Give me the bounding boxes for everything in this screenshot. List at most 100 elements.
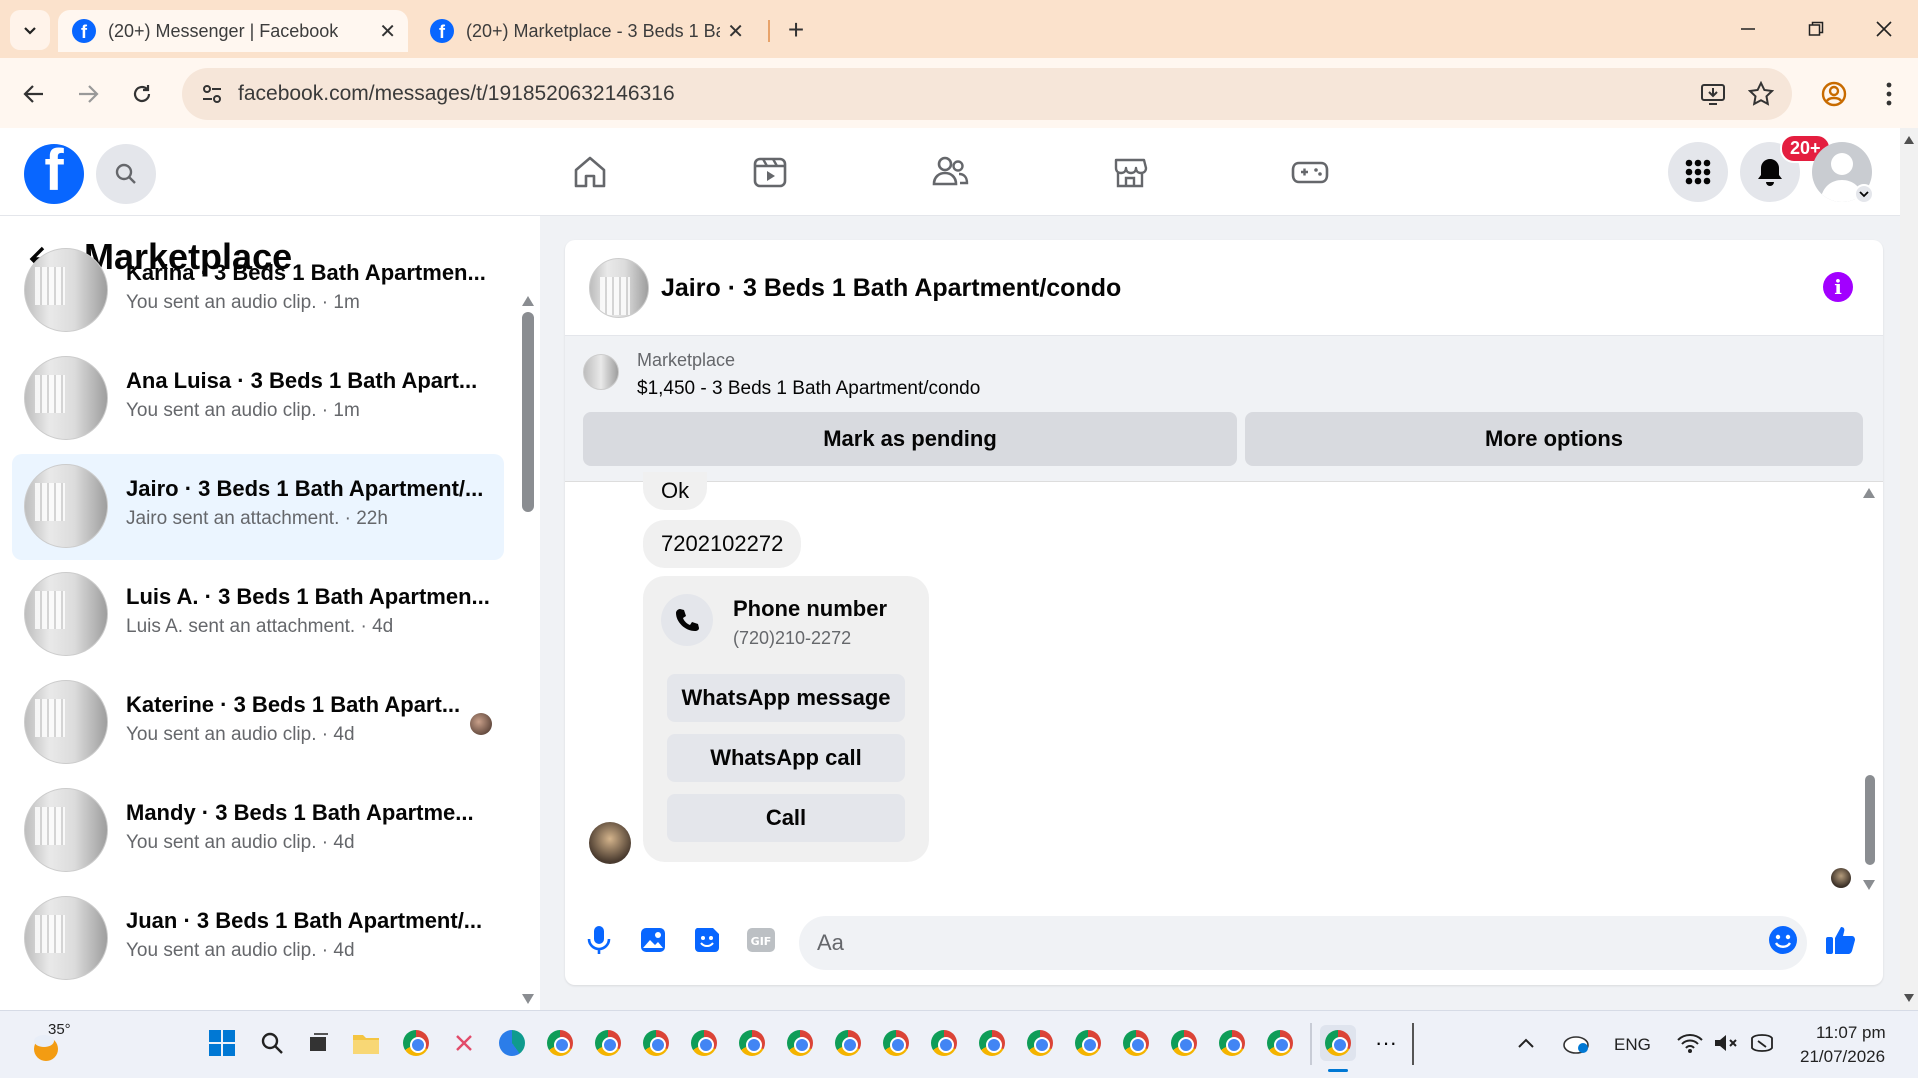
sidebar-scroll-down-icon[interactable] <box>522 994 534 1004</box>
task-view-button[interactable] <box>300 1025 336 1061</box>
volume-muted-icon[interactable] <box>1708 1025 1744 1061</box>
listing-title[interactable]: $1,450 - 3 Beds 1 Bath Apartment/condo <box>637 378 980 400</box>
conversation-item[interactable]: Katerine · 3 Beds 1 Bath Apart... You se… <box>12 670 504 776</box>
sticker-icon[interactable] <box>689 922 725 958</box>
page-scrollbar[interactable] <box>1900 128 1918 1010</box>
chrome-profile-button[interactable] <box>878 1025 914 1061</box>
search-button[interactable] <box>96 144 156 204</box>
chat-scroll-down-icon[interactable] <box>1863 880 1875 890</box>
file-explorer-button[interactable] <box>348 1025 384 1061</box>
chrome-profile-button[interactable] <box>1214 1025 1250 1061</box>
gif-icon[interactable]: GIF <box>743 922 779 958</box>
menu-grid-button[interactable] <box>1668 142 1728 202</box>
call-button[interactable]: Call <box>667 794 905 842</box>
clock-time[interactable]: 11:07 pm <box>1816 1023 1886 1043</box>
language-indicator[interactable]: ENG <box>1614 1035 1651 1055</box>
chrome-profile-button[interactable] <box>1262 1025 1298 1061</box>
like-thumbs-up-icon[interactable] <box>1823 922 1859 958</box>
close-tab-icon[interactable]: ✕ <box>379 19 396 44</box>
chrome-profile-button[interactable] <box>974 1025 1010 1061</box>
conversation-item[interactable]: Ana Luisa · 3 Beds 1 Bath Apart... You s… <box>12 346 504 452</box>
minimize-button[interactable] <box>1720 8 1776 50</box>
site-settings-icon[interactable] <box>200 82 224 106</box>
chrome-profile-button[interactable] <box>638 1025 674 1061</box>
close-tab-icon[interactable]: ✕ <box>727 19 744 44</box>
nav-home[interactable] <box>568 150 612 194</box>
windows-logo-icon <box>209 1030 235 1056</box>
more-apps-button[interactable]: ··· <box>1368 1025 1404 1061</box>
chrome-profile-button[interactable] <box>782 1025 818 1061</box>
facebook-logo[interactable]: f <box>24 144 84 204</box>
snipping-tool-button[interactable] <box>446 1025 482 1061</box>
message-input[interactable] <box>799 916 1807 970</box>
start-button[interactable] <box>204 1025 240 1061</box>
chrome-profile-button[interactable] <box>1070 1025 1106 1061</box>
tab-marketplace[interactable]: f (20+) Marketplace - 3 Beds 1 Ba ✕ <box>416 10 756 52</box>
sidebar-scroll-up-icon[interactable] <box>522 296 534 306</box>
conversation-item[interactable]: Mandy · 3 Beds 1 Bath Apartme... You sen… <box>12 778 504 884</box>
scroll-down-arrow-icon[interactable] <box>1904 994 1914 1002</box>
show-hidden-icons-button[interactable] <box>1508 1025 1544 1061</box>
nav-friends[interactable] <box>928 150 972 194</box>
chrome-profile-button[interactable] <box>686 1025 722 1061</box>
conversation-item[interactable]: Juan · 3 Beds 1 Bath Apartment/... You s… <box>12 886 504 992</box>
wifi-icon[interactable] <box>1672 1025 1708 1061</box>
conversation-item[interactable]: Karina · 3 Beds 1 Bath Apartmen... You s… <box>12 238 504 344</box>
more-options-button[interactable]: More options <box>1245 412 1863 466</box>
install-app-icon[interactable] <box>1700 81 1726 107</box>
tab-search-button[interactable] <box>10 10 50 50</box>
chat-scroll-up-icon[interactable] <box>1863 488 1875 498</box>
scroll-up-arrow-icon[interactable] <box>1904 136 1914 144</box>
message-bubble[interactable]: Ok <box>643 472 708 510</box>
profile-icon[interactable] <box>1820 80 1848 108</box>
conversation-item-selected[interactable]: Jairo · 3 Beds 1 Bath Apartment/... Jair… <box>12 454 504 560</box>
chat-avatar[interactable] <box>589 258 649 318</box>
chat-scrollbar-thumb[interactable] <box>1865 775 1875 865</box>
chrome-icon <box>739 1030 765 1056</box>
chrome-profile-button[interactable] <box>734 1025 770 1061</box>
chrome-profile-button[interactable] <box>1022 1025 1058 1061</box>
address-bar[interactable]: facebook.com/messages/t/1918520632146316 <box>182 68 1792 120</box>
whatsapp-call-button[interactable]: WhatsApp call <box>667 734 905 782</box>
chat-title[interactable]: Jairo · 3 Beds 1 Bath Apartment/condo <box>661 274 1121 303</box>
nav-marketplace[interactable] <box>1108 150 1152 194</box>
voice-clip-icon[interactable] <box>581 922 617 958</box>
nav-gaming[interactable] <box>1288 150 1332 194</box>
whatsapp-message-button[interactable]: WhatsApp message <box>667 674 905 722</box>
browser-tab-strip: f (20+) Messenger | Facebook ✕ f (20+) M… <box>0 0 1918 58</box>
minimize-icon <box>1741 28 1755 30</box>
edge-taskbar-button[interactable] <box>494 1025 530 1061</box>
photo-icon[interactable] <box>635 922 671 958</box>
chrome-profile-button[interactable] <box>830 1025 866 1061</box>
chrome-profile-button[interactable] <box>1166 1025 1202 1061</box>
mark-as-pending-button[interactable]: Mark as pending <box>583 412 1237 466</box>
reload-button[interactable] <box>122 74 162 114</box>
tab-messenger[interactable]: f (20+) Messenger | Facebook ✕ <box>58 10 408 52</box>
browser-menu-button[interactable] <box>1882 80 1896 108</box>
info-icon[interactable]: i <box>1823 272 1853 302</box>
chrome-profile-button[interactable] <box>926 1025 962 1061</box>
sidebar-scrollbar-thumb[interactable] <box>522 312 534 512</box>
taskbar-search-button[interactable] <box>254 1025 290 1061</box>
battery-icon[interactable] <box>1744 1025 1780 1061</box>
chrome-taskbar-button[interactable] <box>398 1025 434 1061</box>
conversation-item[interactable]: Luis A. · 3 Beds 1 Bath Apartmen... Luis… <box>12 562 504 668</box>
onedrive-icon[interactable] <box>1558 1025 1594 1061</box>
chrome-profile-button[interactable] <box>1118 1025 1154 1061</box>
chrome-active-button[interactable] <box>1320 1025 1356 1061</box>
new-tab-button[interactable]: + <box>778 12 814 48</box>
back-button[interactable] <box>14 74 54 114</box>
emoji-icon[interactable] <box>1765 922 1801 958</box>
nav-video[interactable] <box>748 150 792 194</box>
close-window-button[interactable] <box>1856 8 1912 50</box>
restore-button[interactable] <box>1788 8 1844 50</box>
bookmark-star-icon[interactable] <box>1748 81 1774 107</box>
forward-button[interactable] <box>68 74 108 114</box>
account-menu-chevron[interactable] <box>1854 184 1874 204</box>
message-bubble[interactable]: 7202102272 <box>643 520 802 568</box>
chrome-taskbar-button[interactable] <box>542 1025 578 1061</box>
chrome-profile-button[interactable] <box>590 1025 626 1061</box>
clock-date[interactable]: 21/07/2026 <box>1800 1047 1885 1067</box>
sender-avatar[interactable] <box>589 822 631 864</box>
listing-thumbnail[interactable] <box>583 354 619 390</box>
